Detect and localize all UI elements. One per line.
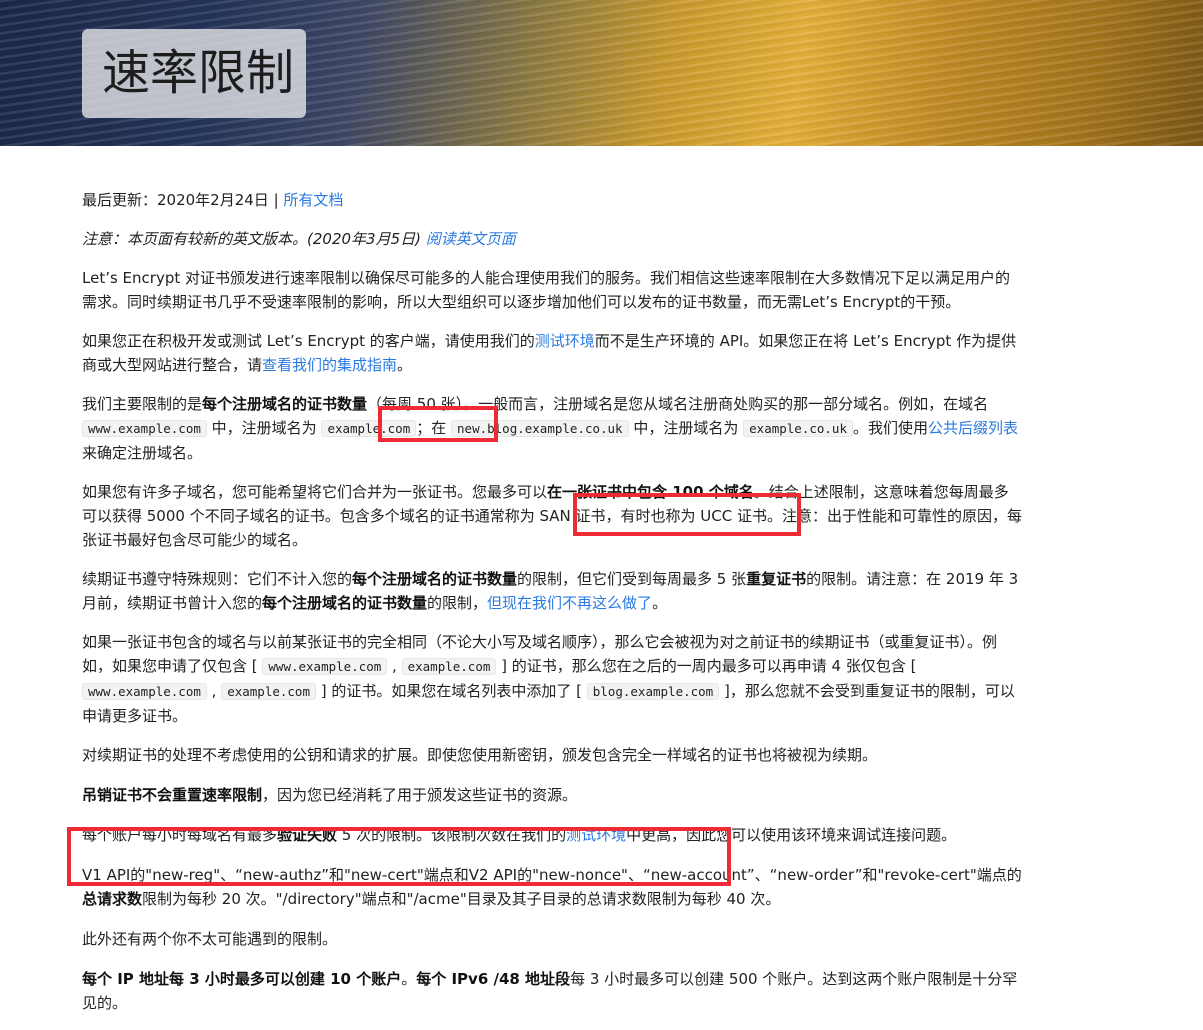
staging-text-3: 。	[397, 356, 413, 374]
code-dup-blog: blog.example.com	[586, 683, 720, 700]
other-limits-paragraph: 此外还有两个你不太可能遇到的限制。	[82, 930, 338, 948]
main-content: 最后更新：2020年2月24日 | 所有文档 注意：本页面有较新的英文版本。(2…	[82, 188, 1022, 1030]
updated-text: 最后更新：2020年2月24日 |	[82, 191, 284, 209]
staging-paragraph: 如果您正在积极开发或测试 Let’s Encrypt 的客户端，请使用我们的测试…	[82, 329, 1022, 377]
renewal-text-1: 续期证书遵守特殊规则：它们不计入您的	[82, 570, 353, 588]
main-text-7: 来确定注册域名。	[82, 444, 203, 462]
code-dup-example-1: example.com	[401, 658, 497, 675]
renewal-text-5: 。	[652, 594, 668, 612]
notice-text: 注意：本页面有较新的英文版本。(2020年3月5日)	[82, 230, 426, 248]
ip-bold-1: 每个 IP 地址每 3 小时最多可以创建 10 个账户	[82, 970, 402, 988]
all-docs-link[interactable]: 所有文档	[283, 191, 343, 209]
code-dup-www-2: www.example.com	[82, 683, 207, 700]
revoke-paragraph: 吊销证书不会重置速率限制，因为您已经消耗了用于颁发这些证书的资源。	[82, 783, 1022, 807]
staging-environment-link[interactable]: 测试环境	[535, 332, 595, 350]
highlight-box-failed-validation	[67, 827, 731, 886]
renewal-bold-3: 每个注册域名的证书数量	[262, 594, 428, 612]
ip-bold-2: 每个 IPv6 /48 地址段	[416, 970, 571, 988]
hero-banner: 速率限制	[0, 0, 1203, 146]
code-dup-example-2: example.com	[221, 683, 316, 700]
main-limit-paragraph: 我们主要限制的是每个注册域名的证书数量（每周 50 张）。一般而言，注册域名是您…	[82, 392, 1022, 465]
highlight-box-weekly-limit	[378, 406, 498, 442]
dup-text-2: ,	[387, 657, 402, 675]
revoke-text: ，因为您已经消耗了用于颁发这些证书的资源。	[262, 786, 578, 804]
translation-notice: 注意：本页面有较新的英文版本。(2020年3月5日) 阅读英文页面	[82, 227, 1022, 251]
main-text-6: 。我们使用	[852, 419, 928, 437]
ip-text-1: 。	[401, 970, 417, 988]
api-text-2: 限制为每秒 20 次。"/directory"端点和"/acme"目录及其子目录…	[142, 890, 781, 908]
main-text-1: 我们主要限制的是	[82, 395, 203, 413]
read-english-link[interactable]: 阅读英文页面	[426, 230, 516, 248]
renewal-paragraph: 续期证书遵守特殊规则：它们不计入您的每个注册域名的证书数量的限制，但它们受到每周…	[82, 567, 1022, 615]
api-bold: 总请求数	[82, 890, 143, 908]
staging-text-1: 如果您正在积极开发或测试 Let’s Encrypt 的客户端，请使用我们的	[82, 332, 535, 350]
main-text-3: 中，注册域名为	[206, 419, 322, 437]
subdomains-paragraph: 如果您有许多子域名，您可能希望将它们合并为一张证书。您最多可以在一张证书中包含 …	[82, 480, 1022, 552]
dup-text-3: ] 的证书，那么您在之后的一周内最多可以再申请 4 张仅包含 [	[496, 657, 917, 675]
intro-paragraph: Let’s Encrypt 对证书颁发进行速率限制以确保尽可能多的人能合理使用我…	[82, 269, 1011, 311]
revoke-bold: 吊销证书不会重置速率限制	[82, 786, 263, 804]
code-www-example: www.example.com	[82, 420, 207, 437]
code-example-co-uk: example.co.uk	[743, 420, 853, 437]
main-bold-1: 每个注册域名的证书数量	[202, 395, 368, 413]
hero-title-box: 速率限制	[82, 29, 306, 118]
renewal-bold-1: 每个注册域名的证书数量	[352, 570, 518, 588]
code-dup-www-1: www.example.com	[262, 658, 388, 675]
highlight-box-100-domains	[573, 493, 801, 536]
duplicate-paragraph: 如果一张证书包含的域名与以前某张证书的完全相同（不论大小写及域名顺序），那么它会…	[82, 630, 1022, 728]
last-updated: 最后更新：2020年2月24日 | 所有文档	[82, 188, 1022, 212]
dup-text-5: ] 的证书。如果您在域名列表中添加了 [	[316, 682, 587, 700]
ip-limit-paragraph: 每个 IP 地址每 3 小时最多可以创建 10 个账户。每个 IPv6 /48 …	[82, 967, 1022, 1015]
public-suffix-list-link[interactable]: 公共后缀列表	[928, 419, 1018, 437]
keys-paragraph: 对续期证书的处理不考虑使用的公钥和请求的扩展。即使您使用新密钥，颁发包含完全一样…	[82, 746, 878, 764]
no-longer-link[interactable]: 但现在我们不再这么做了	[487, 594, 652, 612]
main-text-5: 中，注册域名为	[628, 419, 744, 437]
page-title: 速率限制	[102, 45, 295, 101]
integration-guide-link[interactable]: 查看我们的集成指南	[262, 356, 397, 374]
renewal-text-4: 的限制，	[427, 594, 488, 612]
renewal-bold-2: 重复证书	[746, 570, 807, 588]
subdomains-text-1: 如果您有许多子域名，您可能希望将它们合并为一张证书。您最多可以	[82, 483, 548, 501]
renewal-text-2: 的限制，但它们受到每周最多 5 张	[517, 570, 747, 588]
dup-text-4: ,	[206, 682, 222, 700]
